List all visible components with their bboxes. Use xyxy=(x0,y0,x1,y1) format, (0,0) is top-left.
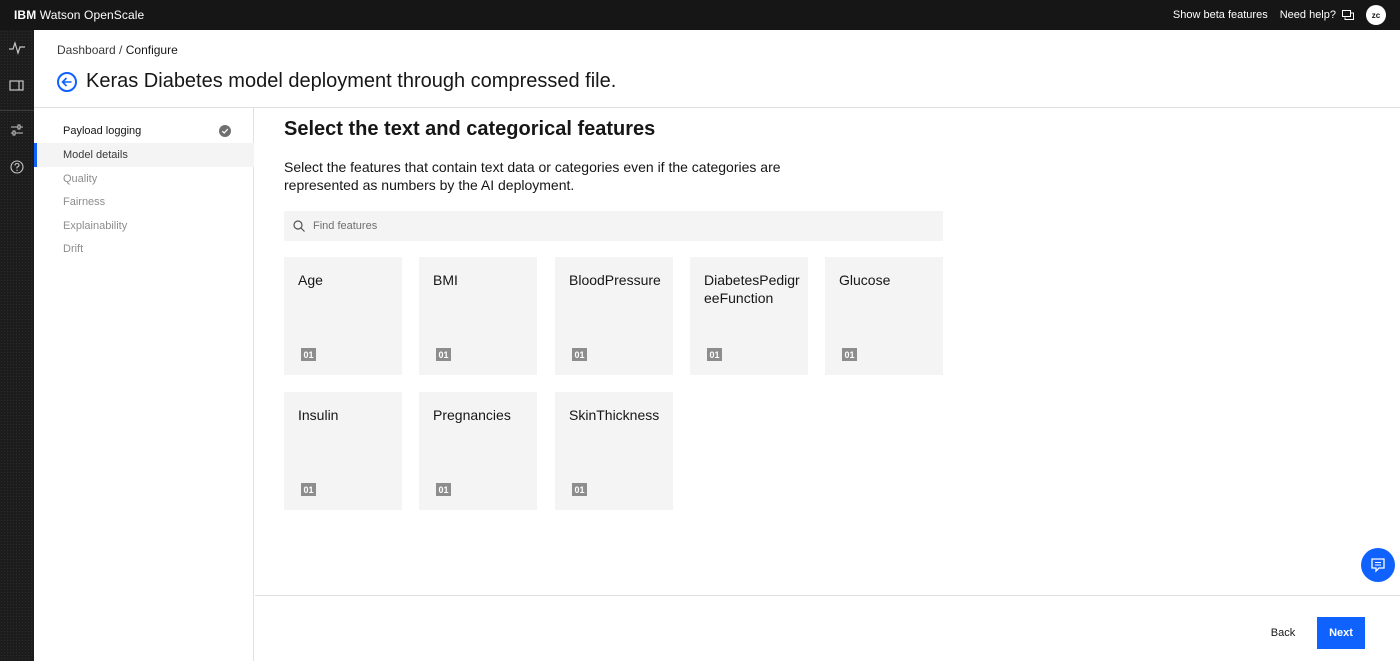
numeric-type-badge: 01 xyxy=(301,348,316,361)
numeric-type-badge: 01 xyxy=(436,483,451,496)
breadcrumb-separator: / xyxy=(115,43,126,57)
feature-tile-skinthickness[interactable]: SkinThickness 01 xyxy=(555,392,673,510)
chat-support-button[interactable] xyxy=(1361,548,1395,582)
nav-item-label: Model details xyxy=(63,149,128,161)
nav-item-drift[interactable]: Drift xyxy=(34,237,254,261)
activity-icon[interactable] xyxy=(7,38,27,58)
rail-divider xyxy=(0,110,34,111)
nav-item-fairness[interactable]: Fairness xyxy=(34,190,254,214)
feature-tile-pregnancies[interactable]: Pregnancies 01 xyxy=(419,392,537,510)
feature-tile-glucose[interactable]: Glucose 01 xyxy=(825,257,943,375)
search-icon xyxy=(293,219,305,232)
feature-label: SkinThickness xyxy=(569,407,660,423)
nav-item-quality[interactable]: Quality xyxy=(34,167,254,191)
nav-item-explainability[interactable]: Explainability xyxy=(34,214,254,238)
feature-label: DiabetesPedigreeFunction xyxy=(704,272,800,306)
numeric-type-badge: 01 xyxy=(572,483,587,496)
configure-sliders-icon[interactable] xyxy=(7,120,27,140)
brand-prefix: IBM xyxy=(14,8,37,22)
page-title: Keras Diabetes model deployment through … xyxy=(86,70,617,92)
breadcrumb: Dashboard / Configure xyxy=(57,43,178,57)
nav-item-label: Explainability xyxy=(63,220,128,232)
app-brand[interactable]: IBM Watson OpenScale xyxy=(14,8,144,22)
numeric-type-badge: 01 xyxy=(301,483,316,496)
feature-label: Pregnancies xyxy=(433,407,511,423)
page-title-row: Keras Diabetes model deployment through … xyxy=(57,70,616,93)
chat-icon xyxy=(1371,558,1385,573)
help-icon[interactable] xyxy=(7,157,27,177)
numeric-type-badge: 01 xyxy=(707,348,722,361)
user-avatar[interactable]: zc xyxy=(1366,5,1386,25)
nav-item-payload-logging[interactable]: Payload logging xyxy=(34,119,254,143)
dashboard-icon[interactable] xyxy=(7,76,27,96)
nav-item-model-details[interactable]: Model details xyxy=(34,143,254,167)
numeric-type-badge: 01 xyxy=(842,348,857,361)
nav-item-label: Payload logging xyxy=(63,125,142,137)
feature-search xyxy=(284,211,943,241)
section-title: Select the text and categorical features xyxy=(284,118,656,140)
search-input[interactable] xyxy=(313,219,913,232)
left-rail xyxy=(0,30,34,661)
feature-tile-bmi[interactable]: BMI 01 xyxy=(419,257,537,375)
back-arrow-button[interactable] xyxy=(57,71,77,92)
feature-label: BMI xyxy=(433,272,458,288)
breadcrumb-current: Configure xyxy=(125,43,178,57)
numeric-type-badge: 01 xyxy=(436,348,451,361)
header-actions: Show beta features Need help? zc xyxy=(1173,5,1400,25)
need-help-link[interactable]: Need help? xyxy=(1280,9,1354,21)
need-help-label: Need help? xyxy=(1279,9,1336,21)
feature-label: Age xyxy=(298,272,323,288)
nav-item-label: Fairness xyxy=(63,196,106,208)
feature-label: Insulin xyxy=(298,407,339,423)
config-steps-nav: Payload logging Model details Quality Fa… xyxy=(34,108,254,661)
show-beta-features-link[interactable]: Show beta features xyxy=(1173,9,1268,21)
feature-label: Glucose xyxy=(839,272,891,288)
feature-tile-age[interactable]: Age 01 xyxy=(284,257,402,375)
nav-item-label: Drift xyxy=(63,243,84,255)
footer-divider xyxy=(255,595,1400,596)
feature-tile-diabetespedigreefunction[interactable]: DiabetesPedigreeFunction 01 xyxy=(690,257,808,375)
arrow-left-icon xyxy=(61,76,72,87)
section-description: Select the features that contain text da… xyxy=(284,159,781,193)
chat-bubble-icon xyxy=(1342,9,1354,20)
feature-tile-insulin[interactable]: Insulin 01 xyxy=(284,392,402,510)
next-button[interactable]: Next xyxy=(1317,617,1365,649)
top-header: IBM Watson OpenScale Show beta features … xyxy=(0,0,1400,30)
back-button[interactable]: Back xyxy=(1258,617,1308,649)
feature-label: BloodPressure xyxy=(569,272,661,288)
nav-item-label: Quality xyxy=(63,173,98,185)
brand-name: Watson OpenScale xyxy=(39,8,145,22)
breadcrumb-dashboard-link[interactable]: Dashboard xyxy=(57,43,116,57)
feature-tile-bloodpressure[interactable]: BloodPressure 01 xyxy=(555,257,673,375)
numeric-type-badge: 01 xyxy=(572,348,587,361)
checkmark-icon xyxy=(219,125,231,137)
